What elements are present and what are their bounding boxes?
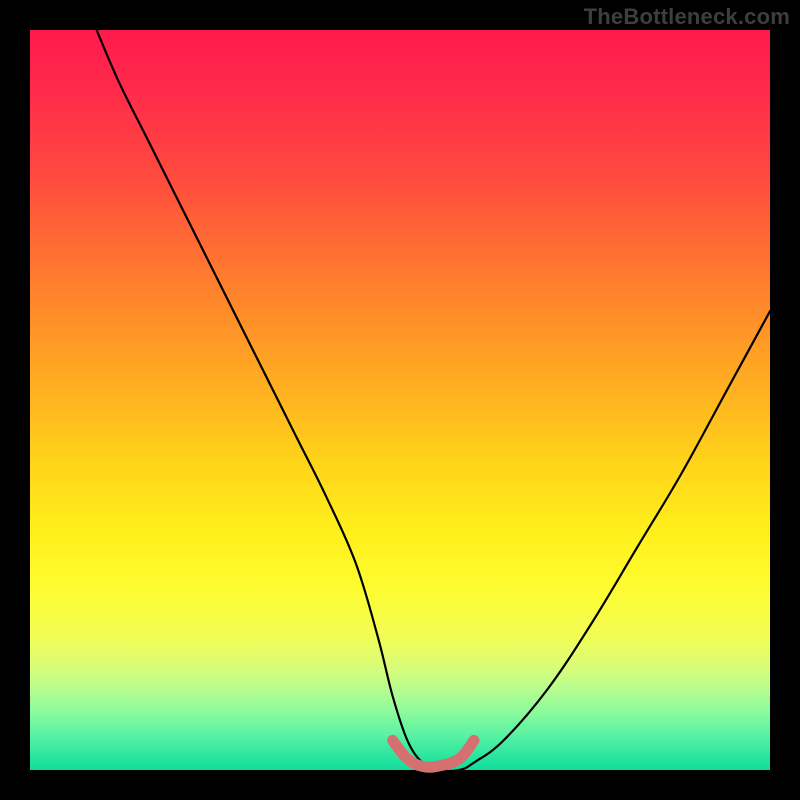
chart-plot-area — [30, 30, 770, 770]
watermark-text: TheBottleneck.com — [584, 4, 790, 30]
chart-frame: TheBottleneck.com — [0, 0, 800, 800]
chart-svg — [30, 30, 770, 770]
optimal-band-path — [393, 740, 474, 767]
bottleneck-curve-path — [97, 30, 770, 771]
